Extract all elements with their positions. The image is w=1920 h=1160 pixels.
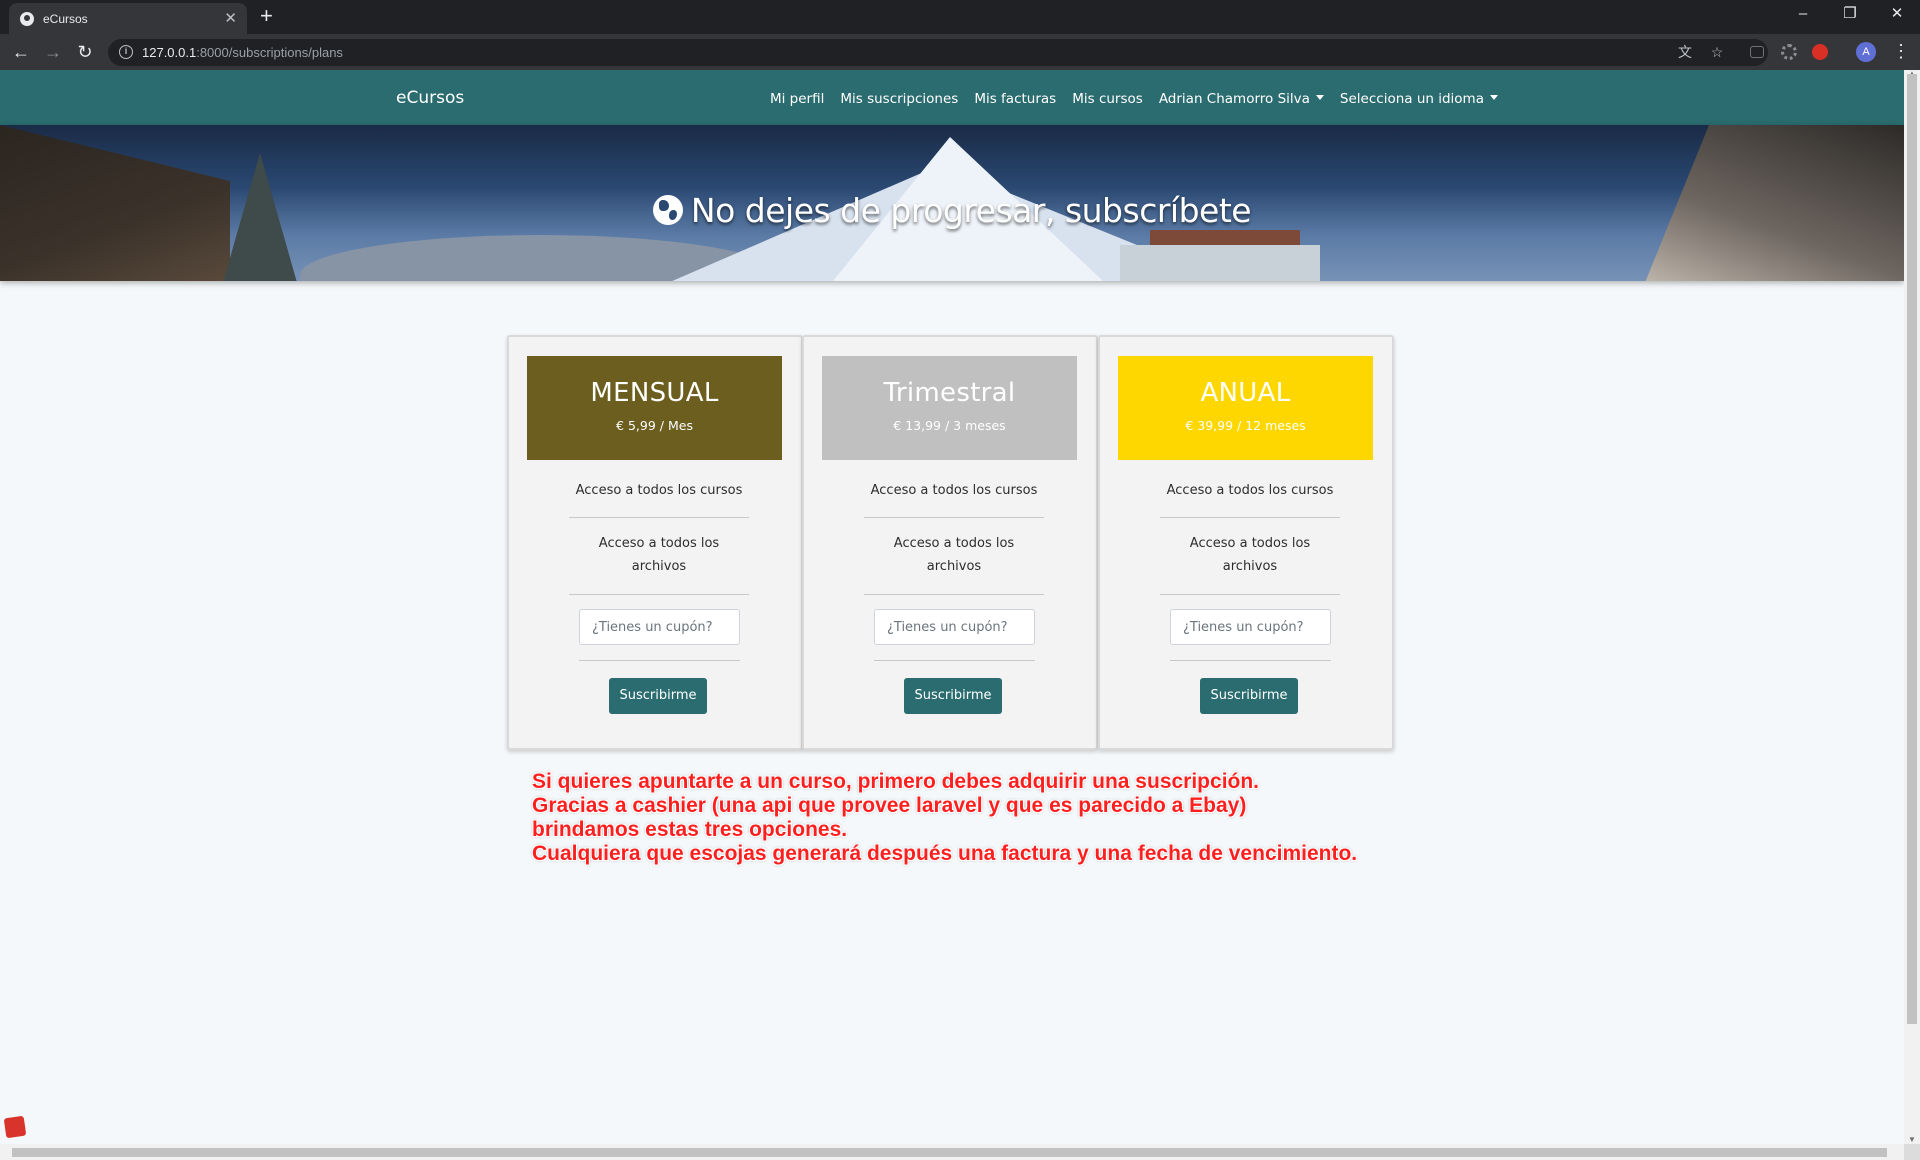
globe-icon [652,195,683,225]
subscribe-button[interactable]: Suscribirme [904,678,1002,714]
plan-card-trimestral: Trimestral € 13,99 / 3 meses Acceso a to… [802,335,1098,750]
divider [579,660,740,661]
reload-icon[interactable]: ↻ [73,40,97,64]
plan-price: € 39,99 / 12 meses [1185,418,1306,433]
plan-feature: Acceso a todos los cursos [575,483,743,498]
divider [1160,594,1340,595]
scrollbar-corner [1904,1144,1920,1160]
plan-feature: Acceso a todos los cursos [1166,483,1334,498]
language-dropdown[interactable]: Selecciona un idioma [1340,91,1498,107]
extension-corner-icon[interactable] [3,1115,27,1139]
divider [569,594,749,595]
minimize-icon[interactable]: – [1780,0,1826,30]
close-window-icon[interactable]: ✕ [1874,0,1920,30]
plan-header: Trimestral € 13,99 / 3 meses [822,356,1077,460]
browser-menu-icon[interactable]: ⋮ [1892,41,1910,61]
tab-close-icon[interactable]: ✕ [224,9,237,27]
subscribe-button[interactable]: Suscribirme [1200,678,1298,714]
site-navbar: eCursos Mi perfil Mis suscripciones Mis … [0,70,1904,125]
address-bar[interactable]: i 127.0.0.1:8000/subscriptions/plans 文 ☆ [108,39,1768,66]
divider [569,517,749,518]
nav-mis-suscripciones[interactable]: Mis suscripciones [840,91,958,107]
annotation-line: Gracias a cashier (una api que provee la… [532,794,1247,817]
bookmark-star-icon[interactable]: ☆ [1708,43,1726,61]
coupon-input[interactable] [874,609,1035,645]
plan-price: € 13,99 / 3 meses [893,418,1006,433]
nav-mi-perfil[interactable]: Mi perfil [770,91,824,107]
site-info-icon[interactable]: i [119,45,133,59]
profile-avatar[interactable]: A [1856,42,1876,62]
coupon-input[interactable] [579,609,740,645]
globe-favicon-icon [20,12,34,26]
divider [1160,517,1340,518]
nav-links: Mi perfil Mis suscripciones Mis facturas… [770,91,1498,107]
plan-price: € 5,99 / Mes [616,418,693,433]
divider [1170,660,1331,661]
plan-name: MENSUAL [590,378,719,408]
annotation-line: brindamos estas tres opciones. [532,818,848,841]
tab-title: eCursos [43,12,88,26]
vertical-scrollbar[interactable]: ▲ ▼ [1904,69,1920,1144]
plan-name: ANUAL [1200,378,1291,408]
extension-icon[interactable] [1750,46,1764,58]
annotation-line: Si quieres apuntarte a un curso, primero… [532,770,1260,793]
new-tab-button[interactable]: + [260,4,273,28]
forward-arrow-icon[interactable]: → [41,40,65,64]
browser-toolbar: ← → ↻ i 127.0.0.1:8000/subscriptions/pla… [0,34,1920,70]
browser-tab[interactable]: eCursos ✕ [9,3,247,34]
nav-mis-facturas[interactable]: Mis facturas [974,91,1056,107]
plan-name: Trimestral [883,378,1016,408]
plan-feature: Acceso a todos los archivos [893,536,1015,574]
brand-link[interactable]: eCursos [396,88,464,108]
restore-icon[interactable]: ❐ [1827,0,1873,30]
coupon-input[interactable] [1170,609,1331,645]
subscribe-button[interactable]: Suscribirme [609,678,707,714]
divider [874,660,1035,661]
user-dropdown[interactable]: Adrian Chamorro Silva [1159,91,1324,107]
url-text: 127.0.0.1:8000/subscriptions/plans [142,45,343,60]
plan-card-anual: ANUAL € 39,99 / 12 meses Acceso a todos … [1098,335,1394,750]
hero-title-text: No dejes de progresar, subscríbete [690,191,1252,230]
translate-icon[interactable]: 文 [1676,43,1694,61]
url-path: :8000/subscriptions/plans [196,45,343,60]
back-arrow-icon[interactable]: ← [9,40,33,64]
extension-gear-icon[interactable] [1781,44,1797,60]
scroll-down-icon[interactable]: ▼ [1908,1135,1916,1144]
plan-header: ANUAL € 39,99 / 12 meses [1118,356,1373,460]
plan-header: MENSUAL € 5,99 / Mes [527,356,782,460]
plan-feature: Acceso a todos los archivos [1189,536,1311,574]
scrollbar-thumb[interactable] [12,1148,1887,1157]
url-host: 127.0.0.1 [142,45,197,60]
plan-card-mensual: MENSUAL € 5,99 / Mes Acceso a todos los … [507,335,803,750]
divider [864,517,1044,518]
hero-banner: No dejes de progresar, subscríbete [0,125,1904,281]
divider [864,594,1044,595]
annotation-text: Si quieres apuntarte a un curso, primero… [532,770,1357,866]
extension-red-icon[interactable] [1812,44,1828,60]
page-viewport: eCursos Mi perfil Mis suscripciones Mis … [0,70,1904,1144]
hero-title: No dejes de progresar, subscríbete [0,191,1904,230]
nav-mis-cursos[interactable]: Mis cursos [1072,91,1143,107]
horizontal-scrollbar[interactable] [0,1144,1904,1160]
plan-feature: Acceso a todos los archivos [598,536,720,574]
plan-feature: Acceso a todos los cursos [870,483,1038,498]
scrollbar-thumb[interactable] [1907,74,1917,1024]
browser-tab-strip: eCursos ✕ + – ❐ ✕ [0,0,1920,34]
annotation-line: Cualquiera que escojas generará después … [532,842,1358,865]
building-shape [1120,245,1320,281]
